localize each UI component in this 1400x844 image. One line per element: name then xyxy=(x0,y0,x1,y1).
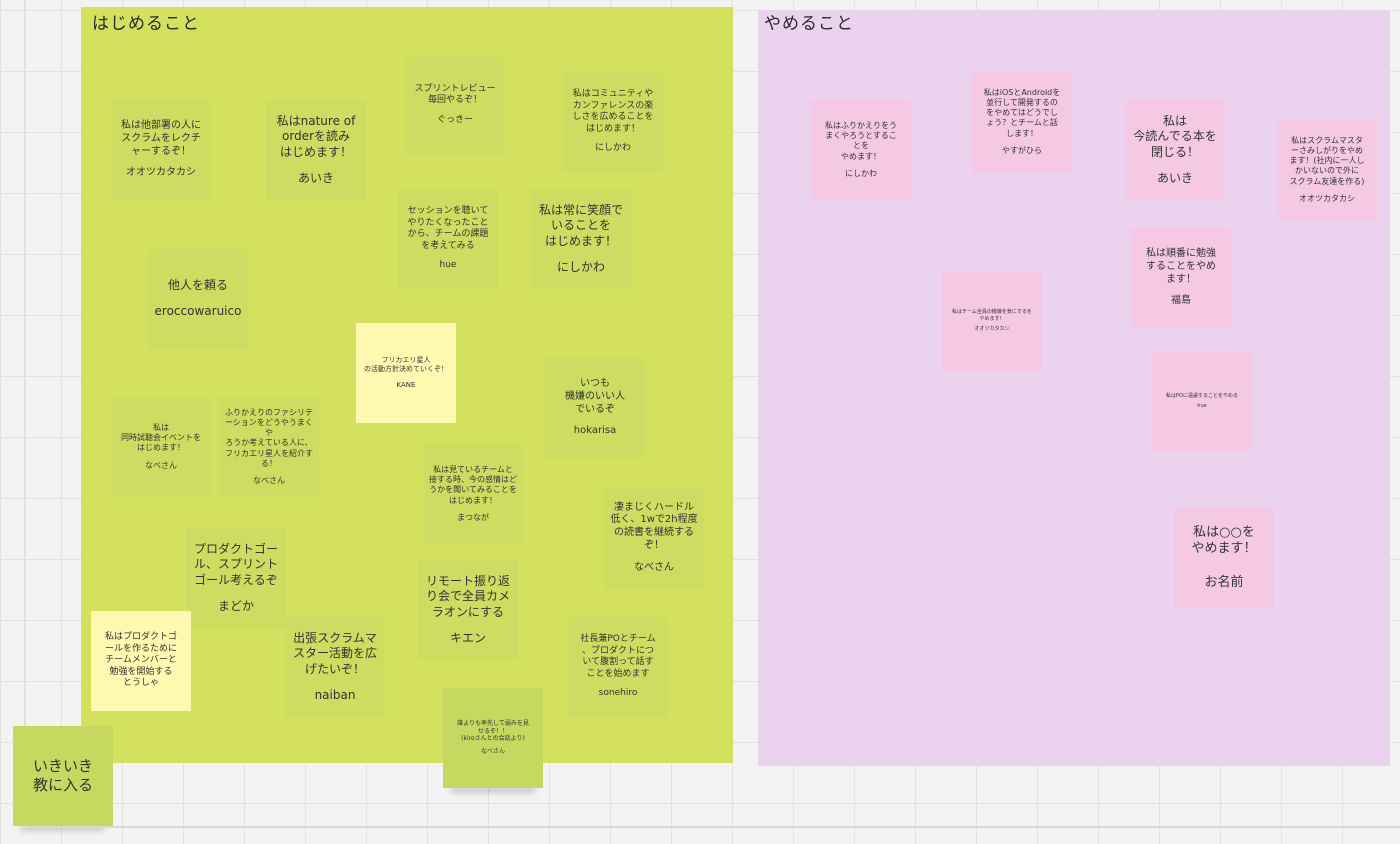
sticky-author: まつなが xyxy=(457,512,489,522)
sticky-note[interactable]: 私はnature of orderを読み はじめます！ あいき xyxy=(266,100,366,200)
sticky-text: 私はスクラムマスタ ーさみしがりをやめ ます！(社内に一人し かいないので外に … xyxy=(1289,135,1365,186)
sticky-author: なべさん xyxy=(480,748,505,756)
sticky-author: オオツカタカシ xyxy=(1299,194,1355,204)
sticky-note[interactable]: いつも 機嫌のいい人 でいるぞ hokarisa xyxy=(545,358,645,458)
sticky-note[interactable]: 私はふりかえりをう まくやろうとするこ とを やめます！ にしかわ xyxy=(811,100,911,200)
sticky-text: 凄まじくハードル 低く、1wで2h程度 の読書を継続する ぞ！ xyxy=(610,501,698,551)
sticky-author: なべさん xyxy=(634,561,674,573)
sticky-text: セッションを聴いて やりたくなったこと から、チームの課題 を考えてみる xyxy=(407,206,489,251)
sticky-author: とうしゃ xyxy=(122,678,159,689)
sticky-note[interactable]: 私はスクラムマスタ ーさみしがりをやめ ます！(社内に一人し かいないので外に … xyxy=(1277,120,1377,220)
sticky-author: やすがひら xyxy=(1002,146,1042,156)
sticky-text: リモート振り返 り会で全員カメ ラオンにする xyxy=(425,573,510,619)
sticky-author: まどか xyxy=(217,598,254,613)
sticky-note[interactable]: ふりかえりのファシリテ ーションをどうやうまくや ろうか考えている人に、 フリカ… xyxy=(219,397,319,497)
sticky-author: eroccowaruico xyxy=(154,304,242,319)
sticky-note[interactable]: 私はチーム全員の機嫌を気にするを やめます！ オオツカタカシ xyxy=(942,271,1042,371)
sticky-text: 私は○○を やめます！ xyxy=(1191,524,1257,557)
sticky-author: 福島 xyxy=(1171,295,1191,307)
sticky-text: フリカエリ星人 の活動方針決めていくぞ！ xyxy=(364,356,448,374)
sticky-text: 私は他部署の人に スクラムをレクチ ャーするぞ！ xyxy=(121,119,201,157)
sticky-note[interactable]: 私はコミュニティや カンファレンスの楽 しさを広めることを はじめます！ にしか… xyxy=(563,72,663,172)
sticky-text: 私はふりかえりをう まくやろうとするこ とを やめます！ xyxy=(825,120,897,161)
sticky-note[interactable]: スプリントレビュー 毎回やるぞ！ ぐっきー xyxy=(405,55,505,155)
sticky-note[interactable]: 私はPOに遠慮することをやめる hue xyxy=(1152,351,1252,451)
sticky-note[interactable]: 他人を頼る eroccowaruico xyxy=(148,249,248,349)
sticky-author: お名前 xyxy=(1204,574,1244,590)
sticky-text: 私はiOSとAndroidを 並行して開発するの をやめてはどうでし ょう？とチ… xyxy=(983,87,1061,138)
sticky-author: なべさん xyxy=(253,476,285,486)
sticky-text: いつも 機嫌のいい人 でいるぞ xyxy=(565,377,625,415)
sticky-note[interactable]: 私はプロダクトゴ ールを作るために チームメンバーと 勉強を開始する とうしゃ xyxy=(91,611,191,711)
sticky-text: 出張スクラムマ スター活動を広 げたいぞ！ xyxy=(292,630,377,676)
sticky-author: にしかわ xyxy=(845,168,877,178)
sticky-text: 他人を頼る xyxy=(167,278,228,293)
frame-title: はじめること xyxy=(92,14,200,34)
sticky-note[interactable]: リモート振り返 り会で全員カメ ラオンにする キエン xyxy=(418,560,518,660)
sticky-author: ぐっきー xyxy=(436,114,473,125)
sticky-author: にしかわ xyxy=(594,143,631,154)
sticky-author: オオツカタカシ xyxy=(126,167,196,179)
sticky-text: 私は 同時試聴会イベントを はじめます！ xyxy=(121,422,201,453)
sticky-author: hue xyxy=(1197,402,1207,409)
sticky-note[interactable]: 私は見ているチームと 接する時、今の感情はど うかを聞いてみることを はじめます… xyxy=(423,444,523,544)
canvas-edge xyxy=(26,826,1400,828)
sticky-text: 社長兼POとチーム 、プロダクトにつ いて腹割って話す ことを始めます xyxy=(580,634,656,679)
sticky-author: なべさん xyxy=(145,460,177,470)
sticky-note[interactable]: 私は 同時試聴会イベントを はじめます！ なべさん xyxy=(111,397,211,497)
sticky-author: hue xyxy=(439,260,457,271)
sticky-text: 私は順番に勉強 することをやめ ます！ xyxy=(1146,247,1216,285)
sticky-note[interactable]: 社長兼POとチーム 、プロダクトにつ いて腹割って話す ことを始めます sone… xyxy=(568,617,668,717)
sticky-author: オオツカタカシ xyxy=(974,326,1010,333)
sticky-note[interactable]: 私は 今読んでる本を 閉じる！ あいき xyxy=(1125,100,1225,200)
sticky-text: 私はチーム全員の機嫌を気にするを やめます！ xyxy=(952,309,1032,322)
sticky-note[interactable]: 誰よりも率先して弱みを見 せるぞ！！ (kiroさんとの会話より) なべさん xyxy=(443,688,543,788)
sticky-note[interactable]: セッションを聴いて やりたくなったこと から、チームの課題 を考えてみる hue xyxy=(398,189,498,289)
sticky-text: 私はPOに遠慮することをやめる xyxy=(1166,393,1238,400)
sticky-author: hokarisa xyxy=(573,425,617,437)
sticky-author: あいき xyxy=(297,170,334,185)
sticky-note[interactable]: 私は常に笑顔で いることを はじめます！ にしかわ xyxy=(531,189,631,289)
sticky-note[interactable]: 私は○○を やめます！ お名前 xyxy=(1174,508,1274,608)
sticky-author: あいき xyxy=(1156,170,1193,185)
sticky-note[interactable]: 私は順番に勉強 することをやめ ます！ 福島 xyxy=(1131,228,1231,328)
sticky-text: ふりかえりのファシリテ ーションをどうやうまくや ろうか考えている人に、 フリカ… xyxy=(225,407,313,468)
sticky-note[interactable]: 私はiOSとAndroidを 並行して開発するの をやめてはどうでし ょう？とチ… xyxy=(972,72,1072,172)
canvas-edge xyxy=(24,0,26,828)
sticky-author: naiban xyxy=(314,687,356,702)
sticky-author: にしかわ xyxy=(556,259,605,274)
sticky-text: 誰よりも率先して弱みを見 せるぞ！！ (kiroさんとの会話より) xyxy=(457,719,529,743)
sticky-note[interactable]: フリカエリ星人 の活動方針決めていくぞ！ KANE xyxy=(356,323,456,423)
sticky-text: 私は 今読んでる本を 閉じる！ xyxy=(1133,113,1217,159)
sticky-text: 私は常に笑顔で いることを はじめます！ xyxy=(538,202,623,248)
sticky-text: いきいき 教に入る xyxy=(32,756,93,794)
sticky-text: 私はnature of orderを読み はじめます！ xyxy=(276,113,356,159)
sticky-note[interactable]: プロダクトゴー ル、スプリント ゴール考えるぞ まどか xyxy=(186,528,286,628)
sticky-author: sonehiro xyxy=(598,688,638,699)
sticky-text: 私は見ているチームと 接する時、今の感情はど うかを聞いてみることを はじめます… xyxy=(429,464,517,505)
sticky-text: 私はコミュニティや カンファレンスの楽 しさを広めることを はじめます！ xyxy=(572,89,654,134)
sticky-author: キエン xyxy=(449,630,486,645)
sticky-text: スプリントレビュー 毎回やるぞ！ xyxy=(414,83,496,106)
sticky-note[interactable]: 私は他部署の人に スクラムをレクチ ャーするぞ！ オオツカタカシ xyxy=(111,100,211,200)
sticky-text: プロダクトゴー ル、スプリント ゴール考えるぞ xyxy=(193,541,278,587)
sticky-note[interactable]: 出張スクラムマ スター活動を広 げたいぞ！ naiban xyxy=(285,617,385,717)
sticky-note[interactable]: いきいき 教に入る xyxy=(13,726,113,826)
sticky-note[interactable]: 凄まじくハードル 低く、1wで2h程度 の読書を継続する ぞ！ なべさん xyxy=(604,488,704,588)
sticky-author: KANE xyxy=(396,380,416,389)
frame-title: やめること xyxy=(764,14,854,34)
sticky-text: 私はプロダクトゴ ールを作るために チームメンバーと 勉強を開始する xyxy=(104,632,177,677)
